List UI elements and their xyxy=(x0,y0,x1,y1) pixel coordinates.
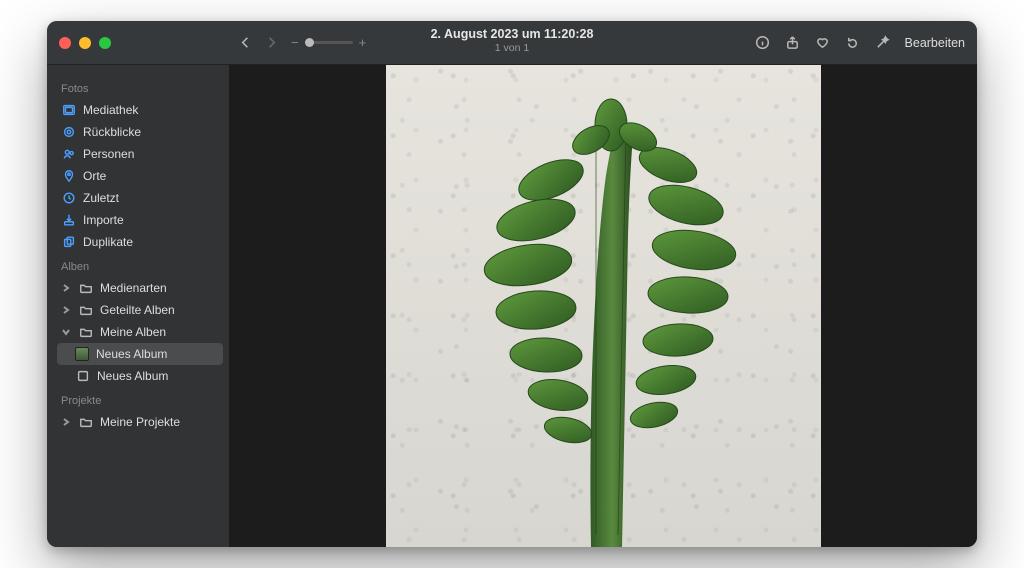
sidebar-item-personen[interactable]: Personen xyxy=(57,143,223,165)
favorite-icon[interactable] xyxy=(815,35,831,51)
people-icon xyxy=(61,147,76,162)
sidebar-item-label: Neues Album xyxy=(97,369,168,383)
window-controls xyxy=(59,37,111,49)
sidebar-item-orte[interactable]: Orte xyxy=(57,165,223,187)
sidebar-item-label: Medienarten xyxy=(100,281,167,295)
zoom-plus-label: + xyxy=(359,35,367,50)
zoom-minus-label: − xyxy=(291,35,299,50)
section-fotos-label: Fotos xyxy=(61,83,223,95)
chevron-right-icon xyxy=(61,417,71,427)
recents-icon xyxy=(61,191,76,206)
sidebar-item-medienarten[interactable]: Medienarten xyxy=(57,277,223,299)
sidebar-item-label: Meine Alben xyxy=(100,325,166,339)
library-icon xyxy=(61,103,76,118)
sidebar-item-label: Neues Album xyxy=(96,347,167,361)
album-thumbnail-icon xyxy=(75,347,89,361)
sidebar-item-importe[interactable]: Importe xyxy=(57,209,223,231)
sidebar-item-label: Rückblicke xyxy=(83,125,141,139)
chevron-down-icon xyxy=(61,327,71,337)
section-projekte-label: Projekte xyxy=(61,395,223,407)
imports-icon xyxy=(61,213,76,228)
sidebar-item-neues-album-1[interactable]: Neues Album xyxy=(57,343,223,365)
photos-app-window: − + 2. August 2023 um 11:20:28 1 von 1 xyxy=(47,21,977,547)
close-window-button[interactable] xyxy=(59,37,71,49)
folder-icon xyxy=(78,281,93,296)
sidebar-item-mediathek[interactable]: Mediathek xyxy=(57,99,223,121)
sidebar-item-label: Meine Projekte xyxy=(100,415,180,429)
plant-illustration xyxy=(386,65,821,547)
edit-button[interactable]: Bearbeiten xyxy=(905,36,965,50)
sidebar-item-meine-alben[interactable]: Meine Alben xyxy=(57,321,223,343)
chevron-right-icon xyxy=(61,283,71,293)
zoom-slider[interactable]: − + xyxy=(291,35,366,50)
sidebar-item-duplikate[interactable]: Duplikate xyxy=(57,231,223,253)
memories-icon xyxy=(61,125,76,140)
sidebar-item-label: Zuletzt xyxy=(83,191,119,205)
chevron-right-icon xyxy=(61,305,71,315)
titlebar: − + 2. August 2023 um 11:20:28 1 von 1 xyxy=(47,21,977,65)
sidebar-item-geteilte-alben[interactable]: Geteilte Alben xyxy=(57,299,223,321)
sidebar-item-neues-album-2[interactable]: Neues Album xyxy=(57,365,223,387)
sidebar-item-label: Importe xyxy=(83,213,124,227)
sidebar-item-label: Mediathek xyxy=(83,103,138,117)
duplicates-icon xyxy=(61,235,76,250)
sidebar-item-zuletzt[interactable]: Zuletzt xyxy=(57,187,223,209)
back-icon[interactable] xyxy=(237,35,253,51)
places-icon xyxy=(61,169,76,184)
sidebar-item-label: Personen xyxy=(83,147,134,161)
fullscreen-window-button[interactable] xyxy=(99,37,111,49)
folder-icon xyxy=(78,303,93,318)
minimize-window-button[interactable] xyxy=(79,37,91,49)
sidebar-item-label: Duplikate xyxy=(83,235,133,249)
enhance-icon[interactable] xyxy=(875,35,891,51)
photo-viewer[interactable] xyxy=(229,65,977,547)
album-empty-icon xyxy=(75,369,90,384)
rotate-icon[interactable] xyxy=(845,35,861,51)
sidebar-item-label: Geteilte Alben xyxy=(100,303,175,317)
share-icon[interactable] xyxy=(785,35,801,51)
section-alben-label: Alben xyxy=(61,261,223,273)
sidebar-item-meine-projekte[interactable]: Meine Projekte xyxy=(57,411,223,433)
folder-icon xyxy=(78,415,93,430)
forward-icon xyxy=(263,35,279,51)
sidebar: Fotos Mediathek Rückblicke Personen Orte… xyxy=(47,65,229,547)
folder-icon xyxy=(78,325,93,340)
info-icon[interactable] xyxy=(755,35,771,51)
sidebar-item-label: Orte xyxy=(83,169,106,183)
photo-content xyxy=(386,65,821,547)
sidebar-item-rueckblicke[interactable]: Rückblicke xyxy=(57,121,223,143)
